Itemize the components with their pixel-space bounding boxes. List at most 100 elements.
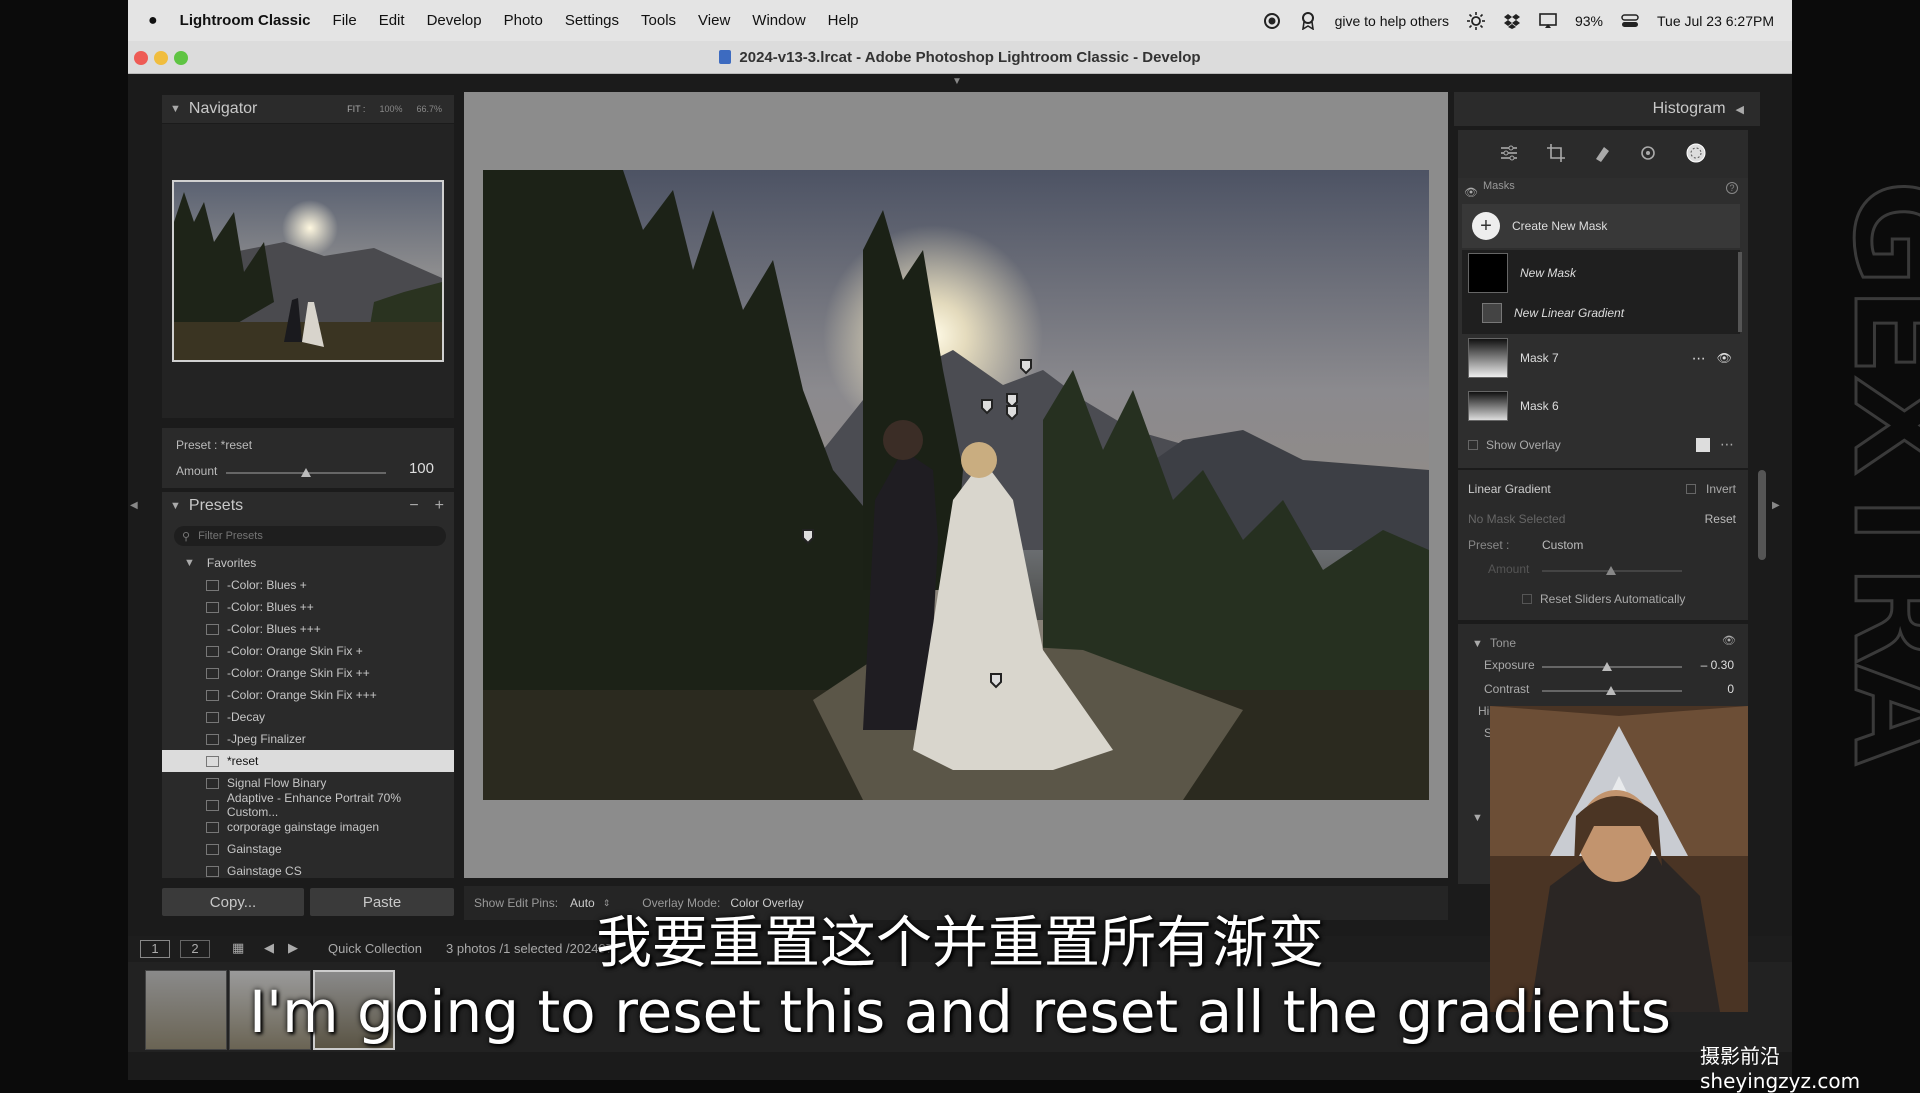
menu-edit[interactable]: Edit	[379, 12, 405, 29]
right-panel-toggle-icon[interactable]: ▶	[1772, 500, 1780, 511]
zoom-window-button[interactable]	[174, 51, 188, 65]
collapse-triangle-icon[interactable]: ▼	[1472, 638, 1483, 650]
histogram-header[interactable]: Histogram ◀	[1454, 92, 1760, 126]
collapse-triangle-icon[interactable]: ◀	[1736, 103, 1744, 116]
menu-help[interactable]: Help	[828, 12, 859, 29]
preset-icon	[206, 689, 219, 701]
amount-knob[interactable]	[1606, 566, 1616, 575]
menu-window[interactable]: Window	[752, 12, 805, 29]
preset-item[interactable]: -Color: Blues +++	[162, 618, 454, 640]
top-panel-toggle-icon[interactable]: ▼	[952, 76, 962, 87]
brightness-icon[interactable]	[1466, 11, 1485, 30]
menu-settings[interactable]: Settings	[565, 12, 619, 29]
ribbon-icon[interactable]	[1299, 11, 1317, 30]
invert-checkbox[interactable]	[1686, 484, 1696, 494]
zoom-fit[interactable]: FIT :	[347, 104, 365, 114]
preset-item[interactable]: -Color: Orange Skin Fix +	[162, 640, 454, 662]
visibility-eye-icon[interactable]: 👁	[1464, 186, 1478, 199]
create-new-mask-label: Create New Mask	[1512, 219, 1608, 233]
navigator-title: Navigator	[188, 100, 258, 117]
new-linear-gradient-row[interactable]: New Linear Gradient	[1458, 296, 1740, 330]
masking-icon[interactable]	[1685, 142, 1707, 169]
airplay-icon[interactable]	[1539, 12, 1557, 30]
exposure-knob[interactable]	[1602, 662, 1612, 671]
crop-icon[interactable]	[1546, 143, 1566, 168]
preset-item[interactable]: -Decay	[162, 706, 454, 728]
status-text[interactable]: give to help others	[1335, 13, 1449, 29]
right-panel-scrollbar[interactable]	[1758, 470, 1766, 560]
menu-file[interactable]: File	[333, 12, 357, 29]
navigator-header[interactable]: ▼ Navigator FIT : 100% 66.7%	[162, 95, 454, 123]
dropbox-icon[interactable]	[1503, 12, 1521, 30]
record-icon[interactable]	[1263, 12, 1281, 30]
preset-item[interactable]: -Color: Blues +	[162, 574, 454, 596]
menu-photo[interactable]: Photo	[504, 12, 543, 29]
preset-item[interactable]: -Color: Orange Skin Fix +++	[162, 684, 454, 706]
exposure-value[interactable]: – 0.30	[1701, 658, 1734, 672]
apple-icon[interactable]: ●	[148, 12, 158, 30]
subtitle-english: I'm going to reset this and reset all th…	[249, 978, 1671, 1046]
edit-sliders-icon[interactable]	[1499, 143, 1519, 168]
preset-label: -Color: Blues +++	[227, 622, 321, 636]
create-new-mask-button[interactable]: + Create New Mask	[1462, 204, 1740, 248]
mask7-row[interactable]: Mask 7 ⋯ 👁	[1458, 336, 1740, 380]
menu-develop[interactable]: Develop	[427, 12, 482, 29]
preset-item[interactable]: -Color: Blues ++	[162, 596, 454, 618]
linear-gradient-panel: Linear Gradient Invert No Mask Selected …	[1458, 470, 1748, 620]
mask-list-scrollbar[interactable]	[1738, 252, 1742, 332]
collapse-triangle-icon[interactable]: ▼	[170, 500, 181, 512]
preset-item[interactable]: Gainstage CS	[162, 860, 454, 878]
visibility-eye-icon[interactable]: 👁	[1722, 634, 1736, 647]
favorites-label: Favorites	[206, 556, 257, 570]
left-panel-toggle-icon[interactable]: ◀	[130, 500, 138, 511]
menu-tools[interactable]: Tools	[641, 12, 676, 29]
redeye-icon[interactable]	[1638, 143, 1658, 168]
preset-select[interactable]: Custom	[1542, 538, 1583, 552]
expand-triangle-icon[interactable]: ▼	[184, 557, 195, 569]
preset-amount-knob[interactable]	[301, 468, 311, 477]
preset-item[interactable]: Gainstage	[162, 838, 454, 860]
zoom-other[interactable]: 66.7%	[416, 104, 442, 114]
preset-item[interactable]: *reset	[162, 750, 454, 772]
preset-label: Gainstage CS	[227, 864, 302, 878]
overlay-color-swatch[interactable]	[1696, 437, 1710, 452]
edit-pin[interactable]	[1021, 360, 1033, 374]
zoom-100[interactable]: 100%	[379, 104, 402, 114]
presets-header[interactable]: ▼ Presets − +	[162, 492, 454, 520]
menu-view[interactable]: View	[698, 12, 730, 29]
control-center-icon[interactable]	[1621, 12, 1639, 30]
preset-item[interactable]: Adaptive - Enhance Portrait 70% Custom..…	[162, 791, 454, 819]
add-preset-button[interactable]: +	[435, 497, 444, 515]
collapse-triangle-icon[interactable]: ▼	[170, 103, 181, 115]
help-icon[interactable]: ?	[1726, 182, 1738, 194]
reset-button[interactable]: Reset	[1705, 512, 1736, 526]
mask6-row[interactable]: Mask 6	[1458, 384, 1740, 428]
more-options-icon[interactable]: ⋯	[1720, 436, 1734, 453]
visibility-eye-icon[interactable]: 👁	[1717, 351, 1732, 365]
preset-item[interactable]: corporage gainstage imagen	[162, 816, 454, 838]
battery-text[interactable]: 93%	[1575, 13, 1603, 29]
mask-thumbnail	[1468, 391, 1508, 421]
amount-value[interactable]: 100	[409, 460, 434, 477]
show-overlay-checkbox[interactable]	[1468, 439, 1478, 450]
minimize-window-button[interactable]	[154, 51, 168, 65]
more-options-icon[interactable]: ⋯	[1692, 350, 1707, 367]
clock[interactable]: Tue Jul 23 6:27PM	[1657, 13, 1774, 29]
collapse-triangle-icon[interactable]: ▼	[1472, 812, 1483, 824]
healing-brush-icon[interactable]	[1592, 143, 1612, 168]
reset-sliders-checkbox[interactable]	[1522, 594, 1532, 604]
contrast-knob[interactable]	[1606, 686, 1616, 695]
contrast-value[interactable]: 0	[1727, 682, 1734, 696]
app-menu[interactable]: Lightroom Classic	[180, 12, 311, 29]
navigator-thumbnail[interactable]	[172, 180, 444, 362]
preset-item[interactable]: -Color: Orange Skin Fix ++	[162, 662, 454, 684]
presets-search[interactable]: ⚲	[174, 526, 446, 546]
close-window-button[interactable]	[134, 51, 148, 65]
remove-preset-button[interactable]: −	[409, 497, 418, 515]
exposure-slider[interactable]	[1542, 666, 1682, 668]
presets-search-input[interactable]	[198, 530, 399, 542]
preset-item[interactable]: -Jpeg Finalizer	[162, 728, 454, 750]
new-mask-row[interactable]: New Mask	[1458, 252, 1740, 294]
favorites-group[interactable]: ▼ Favorites	[162, 552, 454, 574]
main-photo[interactable]	[483, 170, 1429, 800]
